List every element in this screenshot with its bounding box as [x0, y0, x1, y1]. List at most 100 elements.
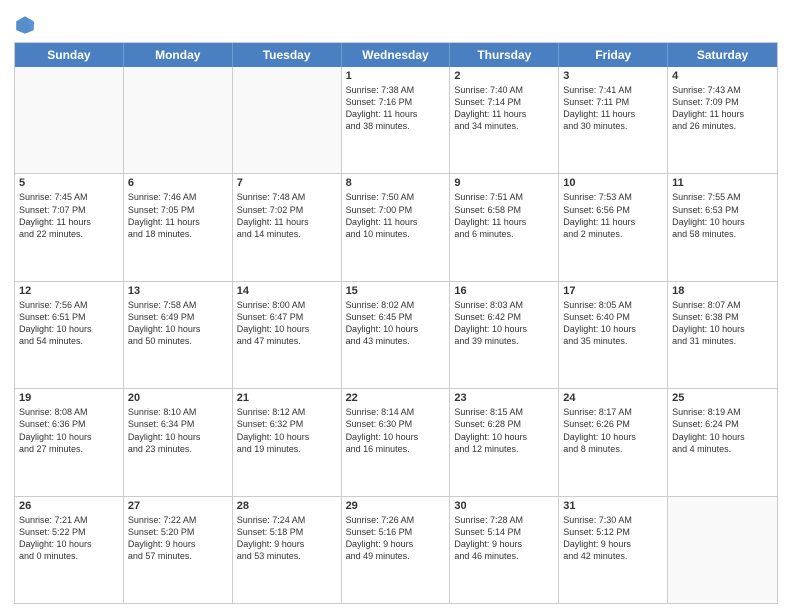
cell-info-line: and 47 minutes. [237, 335, 337, 347]
cell-info-line: Daylight: 10 hours [128, 431, 228, 443]
cell-info-line: Sunset: 5:14 PM [454, 526, 554, 538]
cell-info-line: Daylight: 9 hours [237, 538, 337, 550]
cell-info-line: Sunset: 6:24 PM [672, 418, 773, 430]
cell-info-line: and 35 minutes. [563, 335, 663, 347]
calendar-cell-9: 9Sunrise: 7:51 AMSunset: 6:58 PMDaylight… [450, 174, 559, 280]
cell-info-line: and 34 minutes. [454, 120, 554, 132]
calendar-cell-13: 13Sunrise: 7:58 AMSunset: 6:49 PMDayligh… [124, 282, 233, 388]
cell-info-line: and 31 minutes. [672, 335, 773, 347]
cell-info-line: Sunset: 6:26 PM [563, 418, 663, 430]
cell-info-line: and 54 minutes. [19, 335, 119, 347]
cell-info-line: Sunrise: 8:15 AM [454, 406, 554, 418]
calendar-cell-15: 15Sunrise: 8:02 AMSunset: 6:45 PMDayligh… [342, 282, 451, 388]
cell-info-line: Sunset: 5:12 PM [563, 526, 663, 538]
calendar-cell-11: 11Sunrise: 7:55 AMSunset: 6:53 PMDayligh… [668, 174, 777, 280]
cell-info-line: Sunrise: 7:41 AM [563, 84, 663, 96]
cell-info-line: Sunset: 7:02 PM [237, 204, 337, 216]
cell-info-line: Sunset: 6:34 PM [128, 418, 228, 430]
calendar-cell-14: 14Sunrise: 8:00 AMSunset: 6:47 PMDayligh… [233, 282, 342, 388]
day-number: 29 [346, 500, 446, 512]
cell-info-line: Sunrise: 7:30 AM [563, 514, 663, 526]
calendar-cell-6: 6Sunrise: 7:46 AMSunset: 7:05 PMDaylight… [124, 174, 233, 280]
cell-info-line: Sunset: 7:00 PM [346, 204, 446, 216]
cell-info-line: Sunrise: 7:55 AM [672, 191, 773, 203]
cell-info-line: and 6 minutes. [454, 228, 554, 240]
calendar-cell-12: 12Sunrise: 7:56 AMSunset: 6:51 PMDayligh… [15, 282, 124, 388]
day-number: 18 [672, 285, 773, 297]
calendar-row-3: 12Sunrise: 7:56 AMSunset: 6:51 PMDayligh… [15, 282, 777, 389]
cell-info-line: and 10 minutes. [346, 228, 446, 240]
header-day-tuesday: Tuesday [233, 43, 342, 67]
cell-info-line: Daylight: 11 hours [563, 216, 663, 228]
day-number: 31 [563, 500, 663, 512]
day-number: 9 [454, 177, 554, 189]
cell-info-line: and 39 minutes. [454, 335, 554, 347]
calendar-cell-28: 28Sunrise: 7:24 AMSunset: 5:18 PMDayligh… [233, 497, 342, 603]
cell-info-line: Sunset: 6:58 PM [454, 204, 554, 216]
cell-info-line: Sunset: 6:47 PM [237, 311, 337, 323]
page: SundayMondayTuesdayWednesdayThursdayFrid… [0, 0, 792, 612]
cell-info-line: Daylight: 11 hours [563, 108, 663, 120]
cell-info-line: Sunrise: 7:56 AM [19, 299, 119, 311]
cell-info-line: Sunset: 6:30 PM [346, 418, 446, 430]
cell-info-line: and 30 minutes. [563, 120, 663, 132]
calendar: SundayMondayTuesdayWednesdayThursdayFrid… [14, 42, 778, 604]
day-number: 5 [19, 177, 119, 189]
cell-info-line: Sunrise: 7:28 AM [454, 514, 554, 526]
cell-info-line: Sunrise: 7:58 AM [128, 299, 228, 311]
header-day-thursday: Thursday [450, 43, 559, 67]
cell-info-line: Daylight: 11 hours [237, 216, 337, 228]
cell-info-line: Sunrise: 7:22 AM [128, 514, 228, 526]
cell-info-line: Sunrise: 7:43 AM [672, 84, 773, 96]
cell-info-line: Daylight: 11 hours [19, 216, 119, 228]
calendar-cell-20: 20Sunrise: 8:10 AMSunset: 6:34 PMDayligh… [124, 389, 233, 495]
cell-info-line: Daylight: 10 hours [19, 431, 119, 443]
cell-info-line: Sunrise: 7:38 AM [346, 84, 446, 96]
calendar-cell-2: 2Sunrise: 7:40 AMSunset: 7:14 PMDaylight… [450, 67, 559, 173]
cell-info-line: Sunset: 5:20 PM [128, 526, 228, 538]
cell-info-line: Sunrise: 8:08 AM [19, 406, 119, 418]
cell-info-line: and 14 minutes. [237, 228, 337, 240]
calendar-cell-21: 21Sunrise: 8:12 AMSunset: 6:32 PMDayligh… [233, 389, 342, 495]
cell-info-line: and 12 minutes. [454, 443, 554, 455]
cell-info-line: and 16 minutes. [346, 443, 446, 455]
cell-info-line: Sunrise: 7:45 AM [19, 191, 119, 203]
calendar-header: SundayMondayTuesdayWednesdayThursdayFrid… [15, 43, 777, 67]
cell-info-line: Sunset: 6:49 PM [128, 311, 228, 323]
cell-info-line: Sunset: 6:53 PM [672, 204, 773, 216]
header-day-friday: Friday [559, 43, 668, 67]
cell-info-line: and 0 minutes. [19, 550, 119, 562]
day-number: 1 [346, 70, 446, 82]
logo [14, 14, 39, 36]
cell-info-line: Sunrise: 7:46 AM [128, 191, 228, 203]
cell-info-line: Sunset: 7:07 PM [19, 204, 119, 216]
day-number: 16 [454, 285, 554, 297]
calendar-cell-26: 26Sunrise: 7:21 AMSunset: 5:22 PMDayligh… [15, 497, 124, 603]
cell-info-line: Sunrise: 7:53 AM [563, 191, 663, 203]
cell-info-line: Sunrise: 8:03 AM [454, 299, 554, 311]
cell-info-line: Daylight: 10 hours [454, 323, 554, 335]
cell-info-line: Sunset: 7:11 PM [563, 96, 663, 108]
day-number: 11 [672, 177, 773, 189]
cell-info-line: and 43 minutes. [346, 335, 446, 347]
cell-info-line: and 19 minutes. [237, 443, 337, 455]
calendar-cell-30: 30 Sunrise: 7:28 AMSunset: 5:14 PMDayligh… [450, 497, 559, 603]
cell-info-line: Sunrise: 7:48 AM [237, 191, 337, 203]
cell-info-line: Sunset: 6:32 PM [237, 418, 337, 430]
cell-info-line: Sunset: 6:56 PM [563, 204, 663, 216]
cell-info-line: and 2 minutes. [563, 228, 663, 240]
calendar-cell-31: 31Sunrise: 7:30 AMSunset: 5:12 PMDayligh… [559, 497, 668, 603]
cell-info-line: and 46 minutes. [454, 550, 554, 562]
day-number: 25 [672, 392, 773, 404]
cell-info-line: Sunset: 6:42 PM [454, 311, 554, 323]
calendar-cell-7: 7Sunrise: 7:48 AMSunset: 7:02 PMDaylight… [233, 174, 342, 280]
cell-info-line: Daylight: 10 hours [672, 431, 773, 443]
cell-info-line: Daylight: 10 hours [346, 431, 446, 443]
cell-info-line: Daylight: 9 hours [454, 538, 554, 550]
calendar-cell-5: 5 Sunrise: 7:45 AMSunset: 7:07 PMDaylight… [15, 174, 124, 280]
day-number: 30 [454, 500, 554, 512]
cell-info-line: Sunrise: 8:05 AM [563, 299, 663, 311]
calendar-body: 1Sunrise: 7:38 AMSunset: 7:16 PMDaylight… [15, 67, 777, 603]
cell-info-line: Sunset: 7:14 PM [454, 96, 554, 108]
cell-info-line: Daylight: 10 hours [346, 323, 446, 335]
